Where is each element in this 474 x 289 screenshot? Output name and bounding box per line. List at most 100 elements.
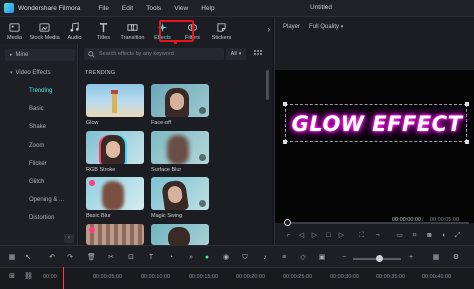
tab-stock-media[interactable]: Stock Media	[29, 17, 60, 44]
stock-media-icon	[39, 23, 50, 32]
play-icon[interactable]: ▷	[310, 231, 319, 240]
volume-icon[interactable]: ◖	[439, 231, 448, 240]
voiceover-icon[interactable]: ≡	[280, 254, 288, 262]
zoom-in-icon[interactable]: +	[407, 254, 415, 262]
blurred-portrait	[102, 181, 124, 210]
playback-scrubber[interactable]	[284, 219, 291, 226]
player-label: Player	[283, 24, 301, 30]
settings-icon[interactable]: ⚙	[452, 254, 460, 262]
mark-in-icon[interactable]: ⌐	[284, 231, 293, 240]
sidebar-item-distortion[interactable]: Distortion	[29, 215, 54, 221]
tab-transition[interactable]: Transition	[118, 17, 147, 44]
sidebar-item-video-effects[interactable]: ▾ Video Effects	[10, 70, 51, 76]
tab-titles[interactable]: Titles	[89, 17, 118, 44]
menu-edit[interactable]: Edit	[122, 5, 133, 12]
link-icon[interactable]: ⛓	[24, 273, 33, 281]
transition-icon	[127, 24, 138, 31]
sidebar-item-zoom[interactable]: Zoom	[29, 143, 44, 149]
ruler-tick: 00:00	[43, 274, 57, 280]
time-separator: /	[422, 217, 424, 223]
undo-icon[interactable]: ↶	[48, 254, 56, 262]
effect-card-face-off[interactable]	[151, 84, 209, 117]
collapse-sidebar-button[interactable]: ‹	[64, 234, 74, 243]
resize-handle[interactable]	[283, 140, 287, 144]
sidebar-item-basic[interactable]: Basic	[29, 106, 44, 112]
lighthouse-top	[111, 90, 118, 94]
tab-stickers[interactable]: Stickers	[207, 17, 236, 44]
shield-icon[interactable]: ⛉	[241, 254, 249, 262]
download-icon[interactable]	[199, 107, 206, 114]
audio-icon	[70, 22, 79, 32]
effect-card-magic-swing[interactable]	[151, 177, 209, 210]
effect-card-basic-blur[interactable]	[86, 177, 144, 210]
snapshot-icon[interactable]: ◙	[425, 231, 434, 240]
resize-handle[interactable]	[465, 102, 469, 106]
zoom-out-icon[interactable]: −	[340, 254, 348, 262]
sidebar-item-opening[interactable]: Opening & ...	[29, 197, 64, 203]
menu-help[interactable]: Help	[201, 5, 214, 12]
playback-controls: ⌐ ◁ ▷ □ ▷ ⛶ ¬ ▭ ⌗ ◙ ◖ ⤢	[275, 231, 474, 243]
stop-icon[interactable]: □	[324, 231, 333, 240]
media-icon	[9, 23, 20, 32]
render-icon[interactable]: ●	[203, 254, 211, 262]
step-forward-icon[interactable]: ▷	[337, 231, 346, 240]
sidebar-item-label: Mine	[15, 52, 29, 58]
delete-icon[interactable]: 🗑	[87, 254, 96, 262]
sequence-icon[interactable]: ▭	[395, 231, 404, 240]
grid-icon[interactable]: ▦	[432, 254, 440, 262]
zoom-slider-knob[interactable]	[376, 255, 383, 262]
menu-view[interactable]: View	[174, 5, 188, 12]
text-icon[interactable]: T	[147, 254, 155, 262]
timeline-toolbar: ▦ ↖ ↶ ↷ 🗑 ✂ ⊡ T ◔ » ● ◉ ⛉ ♪ ≡ ◇ ▣ − + ▦ …	[0, 245, 474, 267]
tab-audio[interactable]: Audio	[60, 17, 89, 44]
layout-icon[interactable]: ▦	[8, 254, 16, 262]
sidebar-item-shake[interactable]: Shake	[29, 124, 46, 130]
search-input[interactable]: Search effects by any keyword	[84, 48, 224, 60]
effect-card-mosaic[interactable]	[86, 224, 144, 245]
effect-card-portrait[interactable]	[151, 224, 209, 245]
resize-handle[interactable]	[465, 140, 469, 144]
safe-zone-icon[interactable]: ⌗	[410, 231, 419, 240]
snapshot-icon[interactable]: ▣	[318, 254, 326, 262]
menu-tools[interactable]: Tools	[146, 5, 161, 12]
step-back-icon[interactable]: ◁	[297, 231, 306, 240]
chevron-right-icon[interactable]: ›	[267, 25, 270, 34]
ruler-tick: 00:00:05:00	[93, 274, 123, 280]
menu-file[interactable]: File	[98, 5, 108, 12]
grid-view-icon[interactable]	[253, 49, 263, 59]
timeline-playhead[interactable]	[63, 267, 64, 289]
redo-icon[interactable]: ↷	[66, 254, 74, 262]
effect-card-rgb-stroke[interactable]	[86, 131, 144, 164]
effect-card-surface-blur[interactable]	[151, 131, 209, 164]
tab-label: Media	[7, 35, 22, 41]
cut-icon[interactable]: ✂	[107, 254, 115, 262]
add-track-icon[interactable]: ⊞	[8, 273, 16, 281]
select-tool-icon[interactable]: ↖	[24, 254, 32, 262]
sidebar-item-flicker[interactable]: Flicker	[29, 161, 47, 167]
record-icon[interactable]: ◉	[222, 254, 230, 262]
effect-card-glow[interactable]	[86, 84, 144, 117]
ruler-tick: 00:00:40:00	[422, 274, 452, 280]
marker-icon[interactable]: ◇	[299, 254, 307, 262]
sidebar-item-glitch[interactable]: Glitch	[29, 179, 44, 185]
timeline-ruler[interactable]: ⊞ ⛓ 00:00 00:00:05:00 00:00:10:00 00:00:…	[0, 267, 474, 289]
download-icon[interactable]	[199, 154, 206, 161]
crop-icon[interactable]: ⊡	[127, 254, 135, 262]
more-tools-icon[interactable]: »	[187, 254, 195, 262]
microphone-icon[interactable]: ♪	[261, 254, 269, 262]
quality-dropdown[interactable]: Full Quality ▾	[309, 24, 343, 30]
mark-out-icon[interactable]: ¬	[373, 231, 382, 240]
preview-viewport[interactable]: GLOW EFFECT	[275, 70, 474, 223]
fullscreen-icon[interactable]: ⛶	[357, 231, 366, 240]
download-icon[interactable]	[199, 200, 206, 207]
speed-icon[interactable]: ◔	[167, 254, 175, 262]
expand-icon[interactable]: ⤢	[453, 231, 462, 240]
sidebar-item-mine[interactable]: ▸ Mine	[10, 52, 29, 58]
ruler-tick: 00:00:35:00	[376, 274, 406, 280]
tab-media[interactable]: Media	[0, 17, 29, 44]
filter-dropdown[interactable]: All ▾	[226, 48, 246, 60]
resize-handle[interactable]	[283, 102, 287, 106]
lighthouse-graphic	[112, 93, 117, 113]
panel-scrollbar[interactable]	[266, 70, 269, 100]
sidebar-item-trending[interactable]: Trending	[29, 88, 52, 94]
